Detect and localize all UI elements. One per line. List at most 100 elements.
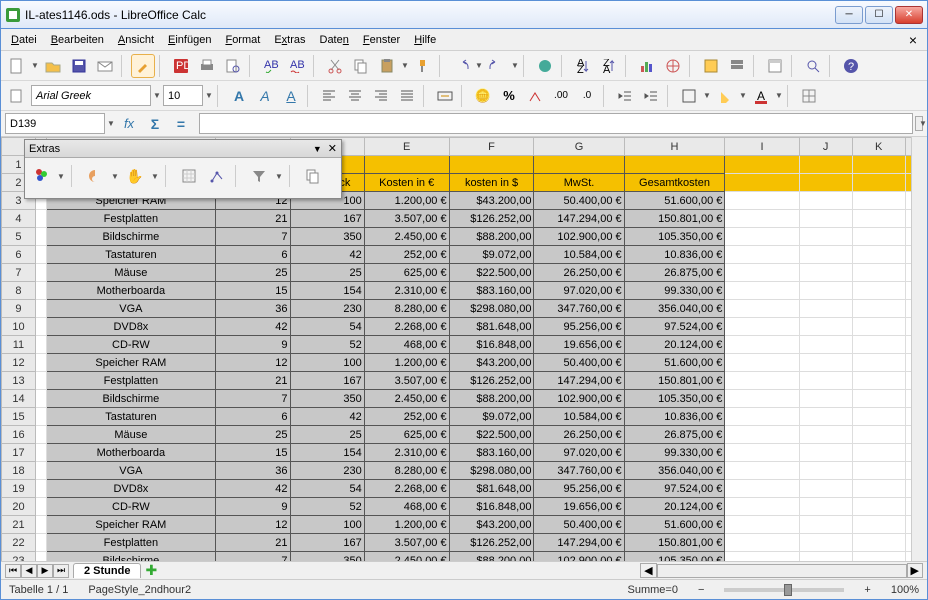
undo-button[interactable] — [449, 54, 473, 78]
cell[interactable]: 42 — [290, 408, 364, 426]
cell[interactable]: 7 — [216, 552, 290, 562]
row-header[interactable]: 8 — [2, 282, 36, 300]
row-header[interactable]: 15 — [2, 408, 36, 426]
format-paintbrush-button[interactable] — [411, 54, 435, 78]
row-header[interactable]: 9 — [2, 300, 36, 318]
cell[interactable]: VGA — [46, 462, 216, 480]
cell[interactable]: 147.294,00 € — [534, 372, 624, 390]
cell[interactable]: 350 — [290, 390, 364, 408]
help-button[interactable]: ? — [839, 54, 863, 78]
col-header[interactable]: J — [799, 138, 852, 156]
cell[interactable]: 42 — [216, 480, 290, 498]
borders-button[interactable] — [677, 84, 701, 108]
duplicate-button[interactable] — [301, 164, 325, 188]
cell[interactable]: 150.801,00 € — [624, 372, 725, 390]
italic-button[interactable]: A — [253, 84, 277, 108]
align-justify-button[interactable] — [395, 84, 419, 108]
cell[interactable]: 3.507,00 € — [364, 534, 449, 552]
gridlines-button[interactable] — [797, 84, 821, 108]
cell[interactable]: 42 — [290, 246, 364, 264]
cell[interactable]: 2.450,00 € — [364, 552, 449, 562]
edit-points-button[interactable] — [205, 164, 229, 188]
cell[interactable]: $126.252,00 — [449, 210, 534, 228]
cell[interactable]: $22.500,00 — [449, 426, 534, 444]
cell[interactable]: 167 — [290, 534, 364, 552]
cut-button[interactable] — [323, 54, 347, 78]
minimize-button[interactable]: ─ — [835, 6, 863, 24]
cell[interactable]: 95.256,00 € — [534, 480, 624, 498]
filter-button[interactable] — [247, 164, 271, 188]
open-button[interactable] — [41, 54, 65, 78]
cell[interactable]: 19.656,00 € — [534, 336, 624, 354]
bgcolor-button[interactable] — [713, 84, 737, 108]
cell[interactable]: 97.524,00 € — [624, 480, 725, 498]
cell[interactable]: 10.836,00 € — [624, 246, 725, 264]
function-wizard-button[interactable]: fx — [117, 112, 141, 136]
row-header[interactable]: 13 — [2, 372, 36, 390]
hscroll-left[interactable]: ◀ — [640, 563, 656, 578]
cell[interactable]: 150.801,00 € — [624, 534, 725, 552]
cell[interactable]: 625,00 € — [364, 264, 449, 282]
cell[interactable]: Motherboarda — [46, 444, 216, 462]
new-doc-button[interactable] — [5, 54, 29, 78]
menu-format[interactable]: Format — [219, 32, 266, 48]
cell[interactable]: VGA — [46, 300, 216, 318]
cell[interactable]: 9 — [216, 336, 290, 354]
cell[interactable]: $22.500,00 — [449, 264, 534, 282]
cell[interactable]: Speicher RAM — [46, 516, 216, 534]
row-header[interactable]: 17 — [2, 444, 36, 462]
cell[interactable]: 102.900,00 € — [534, 228, 624, 246]
cell[interactable]: 26.875,00 € — [624, 426, 725, 444]
font-size-selector[interactable]: 10 — [163, 85, 203, 106]
menu-data[interactable]: Daten — [314, 32, 355, 48]
row-header[interactable]: 11 — [2, 336, 36, 354]
cell[interactable]: 99.330,00 € — [624, 282, 725, 300]
col-header[interactable]: H — [624, 138, 725, 156]
cell[interactable]: 26.250,00 € — [534, 426, 624, 444]
cell[interactable]: $43.200,00 — [449, 354, 534, 372]
cell[interactable]: $88.200,00 — [449, 390, 534, 408]
cell[interactable]: 2.268,00 € — [364, 318, 449, 336]
add-sheet-button[interactable]: ✚ — [145, 562, 157, 579]
cell[interactable]: 147.294,00 € — [534, 210, 624, 228]
cell[interactable]: 347.760,00 € — [534, 300, 624, 318]
zoom-button[interactable] — [801, 54, 825, 78]
cell[interactable]: 7 — [216, 390, 290, 408]
cell[interactable]: 10.584,00 € — [534, 408, 624, 426]
cell[interactable]: 54 — [290, 318, 364, 336]
cell[interactable]: Festplatten — [46, 210, 216, 228]
cell[interactable]: 2.450,00 € — [364, 390, 449, 408]
decrease-indent-button[interactable] — [613, 84, 637, 108]
row-header[interactable]: 22 — [2, 534, 36, 552]
cell[interactable]: Bildschirme — [46, 552, 216, 562]
cell[interactable]: 20.124,00 € — [624, 498, 725, 516]
formula-input[interactable] — [199, 113, 913, 134]
cell[interactable]: 468,00 € — [364, 336, 449, 354]
sort-desc-button[interactable]: ZA — [597, 54, 621, 78]
cell[interactable]: 2.450,00 € — [364, 228, 449, 246]
row-header[interactable]: 7 — [2, 264, 36, 282]
cell[interactable]: 105.350,00 € — [624, 390, 725, 408]
remove-decimal-button[interactable]: .0 — [575, 84, 599, 108]
hscroll-right[interactable]: ▶ — [907, 563, 923, 578]
cell[interactable]: 625,00 € — [364, 426, 449, 444]
row-header[interactable]: 5 — [2, 228, 36, 246]
tab-prev-button[interactable]: ◀ — [21, 564, 37, 578]
col-header[interactable]: K — [852, 138, 905, 156]
cell[interactable]: 105.350,00 € — [624, 552, 725, 562]
underline-button[interactable]: A — [279, 84, 303, 108]
spellcheck-button[interactable]: ABC — [259, 54, 283, 78]
merge-cells-button[interactable] — [433, 84, 457, 108]
cell[interactable]: Tastaturen — [46, 408, 216, 426]
cell[interactable]: 347.760,00 € — [534, 462, 624, 480]
cell[interactable]: 230 — [290, 462, 364, 480]
bold-button[interactable]: A — [227, 84, 251, 108]
align-right-button[interactable] — [369, 84, 393, 108]
cell[interactable]: 97.020,00 € — [534, 444, 624, 462]
zoom-value[interactable]: 100% — [891, 584, 919, 596]
zoom-in-button[interactable]: + — [864, 584, 870, 596]
cell[interactable]: 51.600,00 € — [624, 516, 725, 534]
cell[interactable]: Mäuse — [46, 426, 216, 444]
gallery-button[interactable] — [699, 54, 723, 78]
font-selector[interactable]: Arial Greek — [31, 85, 151, 106]
